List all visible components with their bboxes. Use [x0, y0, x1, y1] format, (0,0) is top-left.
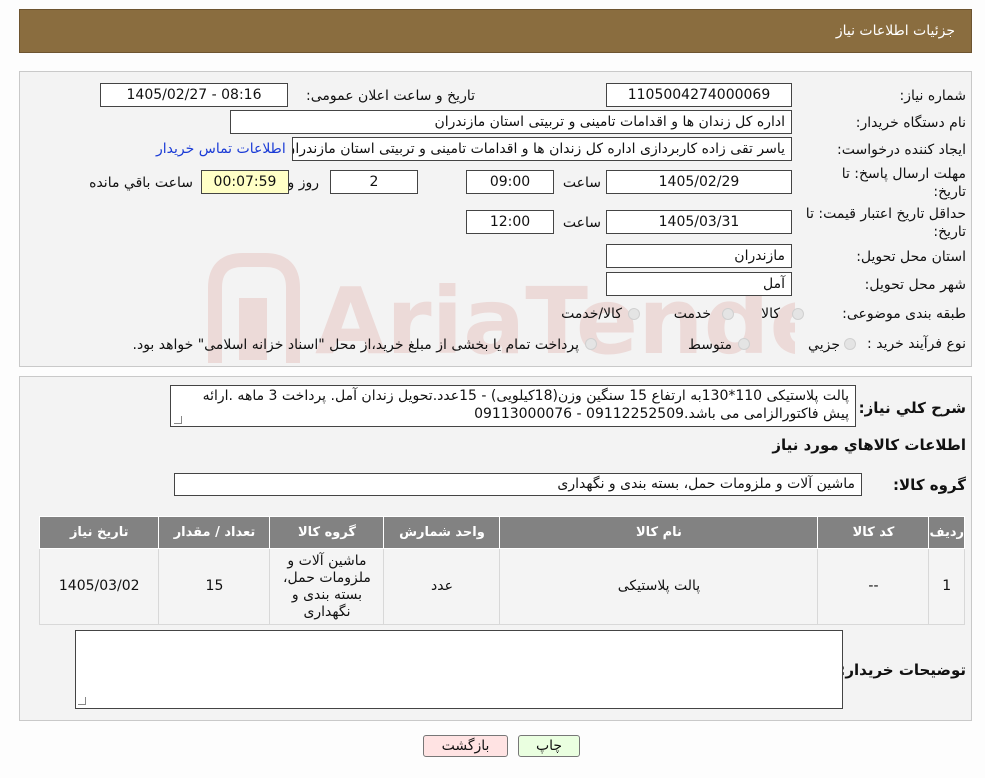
buyer-org-label: نام دستگاه خریدار:: [855, 115, 966, 131]
city-field: آمل: [606, 272, 792, 296]
validity-label-2: تاریخ:: [933, 224, 966, 240]
need-number-label: شماره نیاز:: [899, 88, 967, 104]
col-date: تاریخ نیاز: [38, 516, 160, 549]
requester-label: ایجاد کننده درخواست:: [837, 142, 966, 158]
goods-table: ردیف کد کالا نام کالا واحد شمارش گروه کا…: [38, 516, 965, 625]
process-label: نوع فرآیند خرید :: [867, 336, 966, 352]
province-label: استان محل تحویل:: [856, 249, 966, 265]
need-number-field: 1105004274000069: [606, 83, 792, 107]
announce-field: 1405/02/27 - 08:16: [100, 83, 288, 107]
page-header: جزئیات اطلاعات نیاز: [19, 9, 972, 53]
days-label: روز و: [287, 175, 320, 191]
category-option-service: خدمت: [673, 306, 711, 322]
buyer-notes-label: توضیحات خریدار:: [839, 661, 966, 679]
process-note: پرداخت تمام یا بخشی از مبلغ خرید،از محل …: [132, 337, 579, 353]
deadline-time-field: 09:00: [466, 170, 554, 194]
cell-unit: عدد: [383, 548, 501, 625]
remaining-label: ساعت باقي مانده: [89, 175, 193, 191]
remaining-time-field: 00:07:59: [201, 170, 289, 194]
col-group: گروه کالا: [269, 516, 385, 549]
cell-group: ماشین آلات و ملزومات حمل، بسته بندی و نگ…: [269, 548, 385, 625]
summary-line-2: پیش فاکتورالزامی می باشد.09112252509 - 0…: [474, 406, 849, 422]
contact-buyer-link[interactable]: اطلاعات تماس خریدار: [156, 141, 286, 157]
summary-label: شرح کلي نیاز:: [858, 399, 966, 417]
validity-date-field: 1405/03/31: [606, 210, 792, 234]
col-unit: واحد شمارش: [383, 516, 501, 549]
category-option-both: کالا/خدمت: [561, 306, 622, 322]
cell-qty: 15: [158, 548, 271, 625]
goods-group-label: گروه کالا:: [893, 476, 966, 494]
category-radio-goods[interactable]: [792, 308, 804, 320]
deadline-time-label: ساعت: [562, 175, 601, 191]
announce-value: 1405/02/27 - 08:16: [126, 87, 262, 103]
cell-name: پالت پلاستیکی: [499, 548, 819, 625]
requester-field: یاسر تقی زاده کاربردازی اداره کل زندان ه…: [292, 137, 792, 161]
category-option-goods: کالا: [761, 306, 780, 322]
goods-section-title: اطلاعات کالاهاي مورد نیاز: [772, 436, 966, 454]
process-radio-medium[interactable]: [738, 338, 750, 350]
category-label: طبقه بندی موضوعی:: [842, 306, 966, 322]
summary-line-1: پالت پلاستیکی 110*130به ارتفاع 15 سنگین …: [202, 388, 849, 404]
deadline-date-field: 1405/02/29: [606, 170, 792, 194]
announce-label: تاریخ و ساعت اعلان عمومی:: [306, 88, 475, 104]
deadline-label-2: تاریخ:: [933, 184, 966, 200]
col-qty: تعداد / مقدار: [158, 516, 271, 549]
process-option-medium: متوسط: [688, 337, 732, 353]
col-code: کد کالا: [817, 516, 930, 549]
buyer-notes-textarea[interactable]: [75, 630, 843, 709]
table-row: 1 -- پالت پلاستیکی عدد ماشین آلات و ملزو…: [38, 548, 965, 625]
validity-time-label: ساعت: [562, 215, 601, 231]
resize-grip-icon[interactable]: [174, 416, 182, 424]
summary-textarea[interactable]: پالت پلاستیکی 110*130به ارتفاع 15 سنگین …: [170, 385, 856, 427]
buyer-org-field: اداره کل زندان ها و اقدامات تامینی و ترب…: [230, 110, 792, 134]
validity-label: حداقل تاریخ اعتبار قیمت: تا: [805, 206, 966, 222]
cell-row: 1: [928, 548, 965, 625]
process-radio-minor[interactable]: [844, 338, 856, 350]
process-option-minor: جزیي: [808, 337, 840, 353]
province-field: مازندران: [606, 244, 792, 268]
process-radio-treasury[interactable]: [585, 338, 597, 350]
category-radio-both[interactable]: [628, 308, 640, 320]
days-field: 2: [330, 170, 418, 194]
col-row: ردیف: [928, 516, 965, 549]
col-name: نام کالا: [499, 516, 819, 549]
city-label: شهر محل تحویل:: [864, 277, 966, 293]
deadline-label: مهلت ارسال پاسخ: تا: [841, 166, 966, 182]
page-title: جزئیات اطلاعات نیاز: [835, 23, 955, 39]
goods-group-field: ماشین آلات و ملزومات حمل، بسته بندی و نگ…: [174, 473, 862, 496]
resize-grip-icon[interactable]: [78, 697, 86, 705]
print-button[interactable]: چاپ: [518, 735, 580, 757]
category-radio-service[interactable]: [722, 308, 734, 320]
back-button[interactable]: بازگشت: [423, 735, 508, 757]
cell-date: 1405/03/02: [38, 548, 160, 625]
table-header-row: ردیف کد کالا نام کالا واحد شمارش گروه کا…: [38, 516, 965, 549]
validity-time-field: 12:00: [466, 210, 554, 234]
cell-code: --: [817, 548, 930, 625]
